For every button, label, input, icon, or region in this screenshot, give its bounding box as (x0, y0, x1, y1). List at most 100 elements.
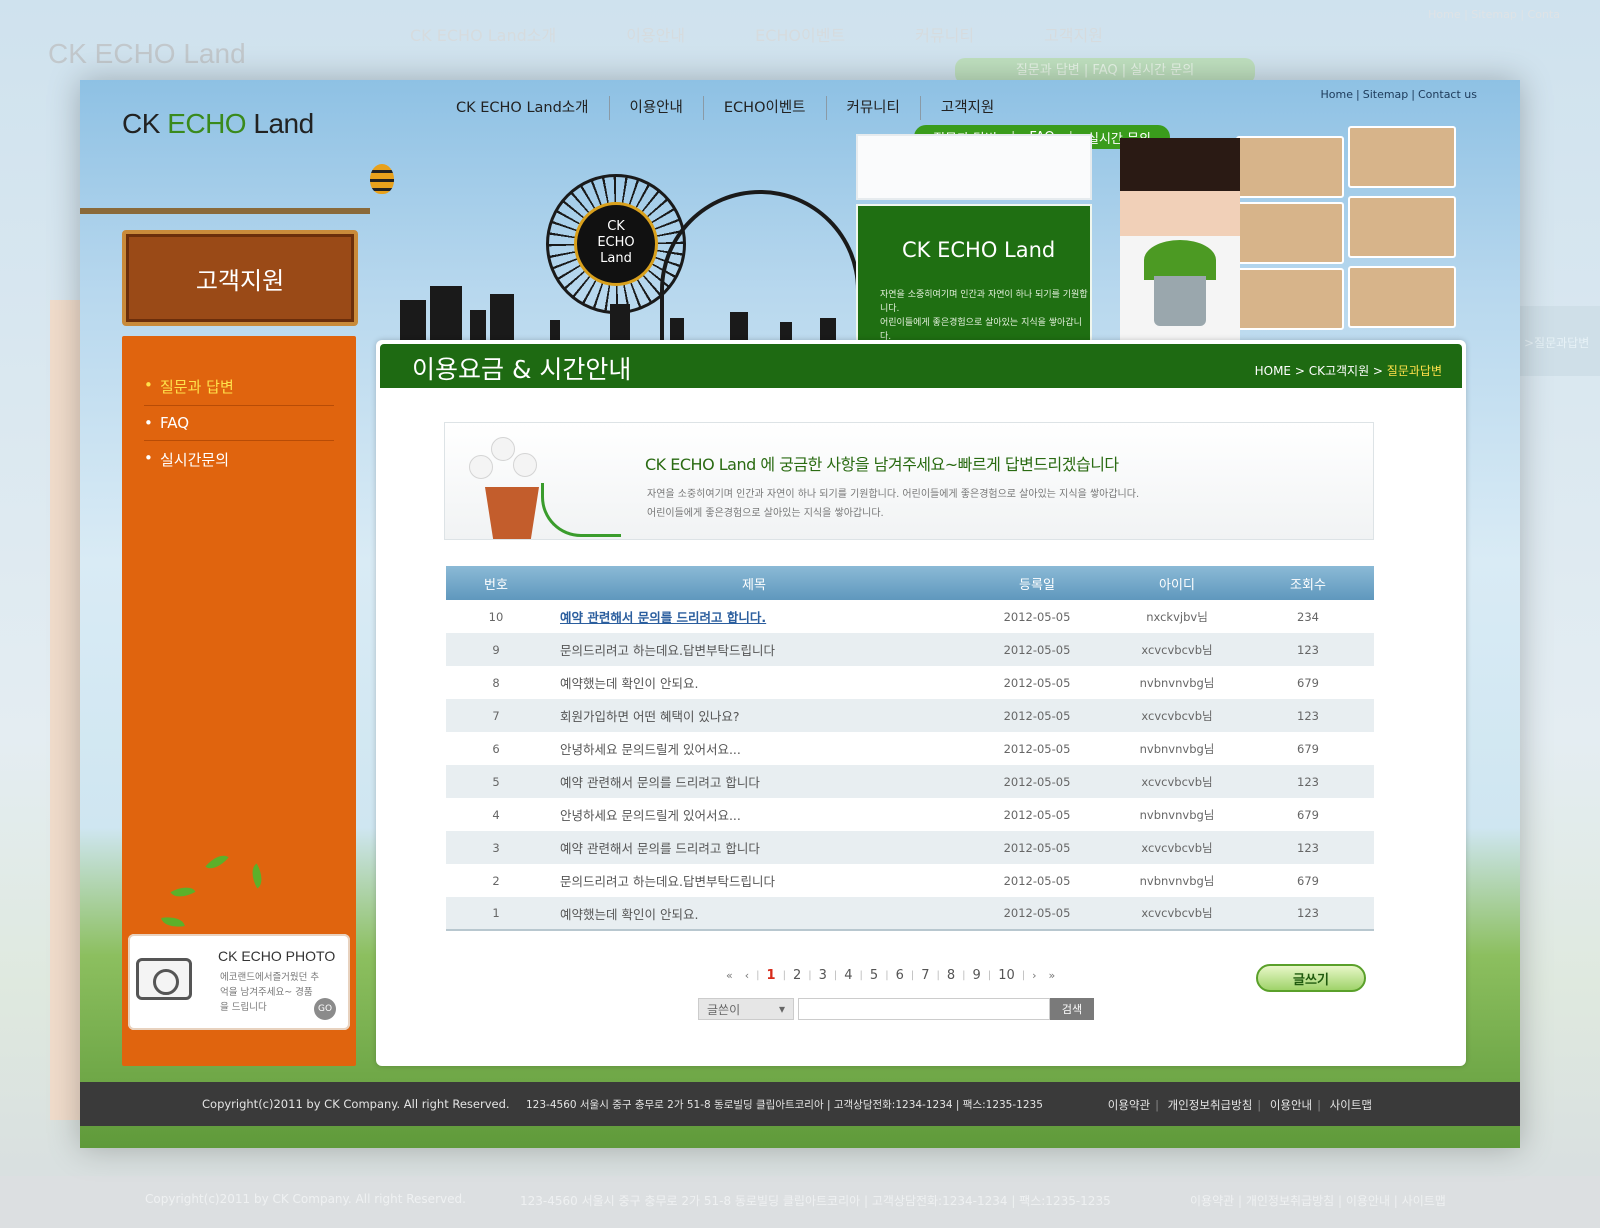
cell-date: 2012-05-05 (962, 633, 1112, 666)
page-link-current[interactable]: 1 (761, 968, 782, 983)
page-link[interactable]: 8 (941, 968, 961, 983)
next-page-button[interactable]: › (1026, 969, 1042, 982)
intro-text: 자연을 소중히여기며 인간과 자연이 하나 되기를 기원합니다. 어린이들에게 … (647, 485, 1139, 523)
search-select-value: 글쓴이 (707, 1002, 741, 1017)
site-frame: CK ECHO Land CK ECHO Land소개 이용안내 ECHO이벤트… (80, 80, 1520, 1148)
cell-date: 2012-05-05 (1003, 675, 1071, 690)
table-row[interactable]: 9 문의드리려고 하는데요.답변부탁드립니다 2012-05-05 xcvcvb… (446, 633, 1374, 666)
cell-date: 2012-05-05 (962, 897, 1112, 931)
ferris-wheel-hub-logo: CK ECHO Land (574, 202, 658, 286)
first-page-button[interactable]: « (720, 969, 739, 982)
cell-views: 679 (1297, 807, 1319, 822)
nav-item-guide[interactable]: 이용안내 (610, 96, 704, 120)
leaf-icon (161, 914, 185, 930)
table-row[interactable]: 6 안녕하세요 문의드릴게 있어서요... 2012-05-05 nvbnvnv… (446, 732, 1374, 765)
table-row[interactable]: 2 문의드리려고 하는데요.답변부탁드립니다 2012-05-05 nvbnvn… (446, 864, 1374, 897)
white-card-panel (856, 134, 1092, 200)
cell-title-link[interactable]: 안녕하세요 문의드릴게 있어서요... (546, 732, 962, 765)
table-row[interactable]: 1 예약했는데 확인이 안되요. 2012-05-05 xcvcvbcvb님 1… (446, 897, 1374, 931)
table-row[interactable]: 8 예약했는데 확인이 안되요. 2012-05-05 nvbnvnvbg님 6… (446, 666, 1374, 699)
section-sign-board: 고객지원 (122, 230, 358, 326)
cell-no: 1 (446, 897, 546, 931)
cell-id: xcvcvbcvb님 (1112, 633, 1242, 666)
page-link[interactable]: 10 (992, 968, 1021, 983)
lnb-item-live[interactable]: 실시간문의 (144, 441, 334, 478)
bg-nav: CK ECHO Land소개 이용안내 ECHO이벤트 커뮤니티 고객지원 (410, 22, 1103, 46)
footer-link-guide[interactable]: 이용안내 (1270, 1098, 1312, 1112)
light-bulb-icon (469, 433, 539, 483)
site-logo[interactable]: CK ECHO Land (122, 108, 314, 140)
nav-item-support[interactable]: 고객지원 (921, 96, 1014, 120)
prev-page-button[interactable]: ‹ (739, 969, 755, 982)
footer-link-terms[interactable]: 이용약관 (1108, 1098, 1150, 1112)
search-field-select[interactable]: 글쓴이 ▾ (698, 998, 794, 1020)
green-plug-cord-icon (541, 483, 621, 537)
cell-title-link[interactable]: 문의드리려고 하는데요.답변부탁드립니다 (546, 633, 962, 666)
util-sitemap-link[interactable]: Sitemap (1363, 88, 1409, 101)
cell-views: 679 (1297, 741, 1319, 756)
cell-title-link[interactable]: 예약 관련해서 문의를 드리려고 합니다. (546, 600, 962, 633)
page-link[interactable]: 9 (967, 968, 987, 983)
cell-no: 10 (488, 609, 504, 624)
lnb-item-faq[interactable]: FAQ (144, 406, 334, 441)
cell-views: 123 (1242, 897, 1374, 931)
logo-text-prefix: CK (122, 108, 168, 139)
page-link[interactable]: 6 (890, 968, 910, 983)
bg-footer: Copyright(c)2011 by CK Company. All righ… (0, 1176, 1600, 1228)
cell-title-link[interactable]: 안녕하세요 문의드릴게 있어서요... (546, 798, 962, 831)
search-input[interactable] (798, 998, 1050, 1020)
table-header-row: 번호 제목 등록일 아이디 조회수 (446, 566, 1374, 600)
cell-views: 123 (1242, 765, 1374, 798)
cell-views: 234 (1297, 609, 1319, 624)
footer-link-privacy[interactable]: 개인정보취급방침 (1168, 1098, 1253, 1112)
cell-title-link[interactable]: 예약 관련해서 문의를 드리려고 합니다 (546, 765, 962, 798)
chevron-down-icon: ▾ (778, 1002, 785, 1016)
utility-links: Home | Sitemap | Contact us (1320, 88, 1477, 101)
cell-views: 123 (1242, 699, 1374, 732)
lnb-item-qna[interactable]: 질문과 답변 (144, 368, 334, 406)
search-button[interactable]: 검색 (1050, 998, 1094, 1020)
wheel-logo-text: CK (607, 219, 625, 234)
photo-banner-desc: 에코랜드에서즐거웠던 추억을 남겨주세요~ 경품을 드립니다 (220, 972, 320, 1013)
table-row[interactable]: 3 예약 관련해서 문의를 드리려고 합니다 2012-05-05 xcvcvb… (446, 831, 1374, 864)
page-link[interactable]: 3 (813, 968, 833, 983)
col-header-id: 아이디 (1112, 566, 1242, 600)
cell-title-link[interactable]: 예약했는데 확인이 안되요. (546, 666, 962, 699)
photo-event-banner[interactable]: CK ECHO PHOTO 에코랜드에서즐거웠던 추억을 남겨주세요~ 경품을 … (128, 934, 350, 1030)
go-button[interactable]: GO (314, 998, 336, 1020)
bg-nav-item: CK ECHO Land소개 (410, 26, 557, 45)
table-row[interactable]: 7 회원가입하면 어떤 혜택이 있나요? 2012-05-05 xcvcvbcv… (446, 699, 1374, 732)
cell-date: 2012-05-05 (1003, 873, 1071, 888)
cell-no: 3 (446, 831, 546, 864)
breadcrumb-path[interactable]: HOME > CK고객지원 > (1255, 364, 1387, 378)
bg-footer-links: 이용약관 | 개인정보취급방침 | 이용안내 | 사이트맵 (1190, 1194, 1446, 1208)
table-row[interactable]: 4 안녕하세요 문의드릴게 있어서요... 2012-05-05 nvbnvnv… (446, 798, 1374, 831)
cell-title-link[interactable]: 예약했는데 확인이 안되요. (546, 897, 962, 931)
util-home-link[interactable]: Home (1321, 88, 1353, 101)
cell-title-link[interactable]: 회원가입하면 어떤 혜택이 있나요? (546, 699, 962, 732)
bg-nav-item: 고객지원 (1044, 26, 1103, 45)
write-button[interactable]: 글쓰기 (1256, 964, 1366, 992)
footer-link-sitemap[interactable]: 사이트맵 (1330, 1098, 1372, 1112)
last-page-button[interactable]: » (1043, 969, 1062, 982)
search-bar: 글쓴이 ▾ 검색 (698, 998, 1094, 1020)
cell-date: 2012-05-05 (1003, 741, 1071, 756)
nav-item-event[interactable]: ECHO이벤트 (704, 96, 827, 120)
util-contact-link[interactable]: Contact us (1418, 88, 1477, 101)
page-link[interactable]: 5 (864, 968, 884, 983)
cell-no: 9 (446, 633, 546, 666)
nav-item-about[interactable]: CK ECHO Land소개 (436, 96, 610, 120)
cell-title-link[interactable]: 문의드리려고 하는데요.답변부탁드립니다 (546, 864, 962, 897)
table-row[interactable]: 5 예약 관련해서 문의를 드리려고 합니다 2012-05-05 xcvcvb… (446, 765, 1374, 798)
nav-item-community[interactable]: 커뮤니티 (827, 96, 921, 120)
wheel-logo-suffix: Land (600, 251, 632, 266)
cell-title-link[interactable]: 예약 관련해서 문의를 드리려고 합니다 (546, 831, 962, 864)
cell-id: xcvcvbcvb님 (1112, 765, 1242, 798)
metal-pot-icon (1154, 276, 1206, 326)
table-row[interactable]: 10 예약 관련해서 문의를 드리려고 합니다. 2012-05-05 nxck… (446, 600, 1374, 633)
page-link[interactable]: 4 (838, 968, 858, 983)
cell-no: 5 (446, 765, 546, 798)
page-link[interactable]: 7 (915, 968, 935, 983)
page-link[interactable]: 2 (787, 968, 807, 983)
grass-plant-icon (1144, 240, 1216, 280)
